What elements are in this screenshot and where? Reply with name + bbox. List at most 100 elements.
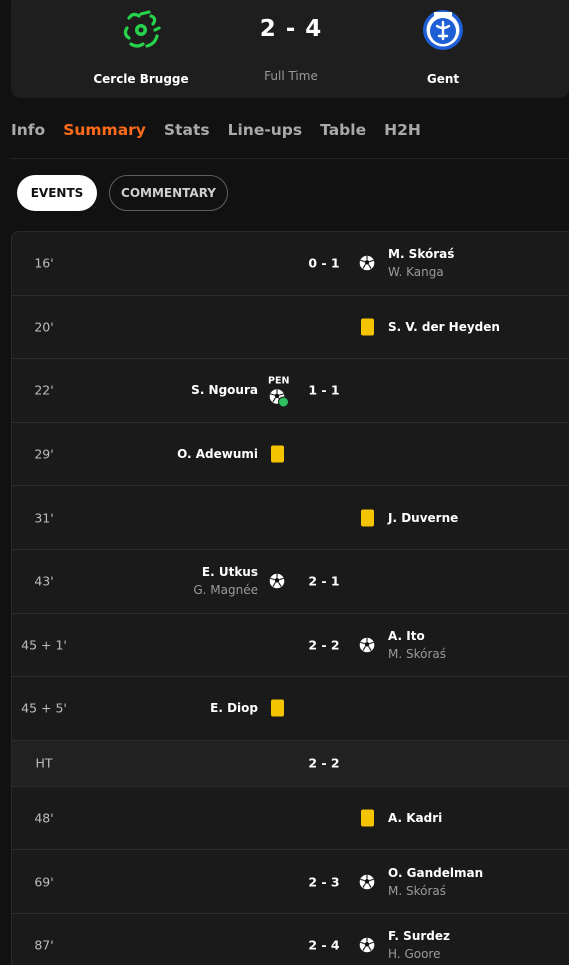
event-icon (268, 699, 286, 717)
event-minute: HT (35, 755, 53, 771)
football-icon (359, 255, 375, 271)
tab-h2h[interactable]: H2H (384, 121, 421, 145)
event-player-info: S. Ngoura (191, 381, 258, 399)
event-icon (358, 874, 376, 890)
assist-name[interactable]: W. Kanga (388, 263, 454, 281)
player-name[interactable]: O. Adewumi (177, 445, 258, 463)
event-score: 2 - 4 (308, 937, 340, 953)
event-minute: 69' (34, 874, 54, 890)
tab-summary[interactable]: Summary (63, 121, 146, 145)
match-score-block: 2 - 4 Full Time (211, 0, 371, 83)
player-name[interactable]: E. Utkus (193, 563, 258, 581)
event-score: 2 - 3 (308, 874, 340, 890)
tab-line-ups[interactable]: Line-ups (228, 121, 303, 145)
event-minute: 20' (34, 319, 54, 335)
yellow-card-icon (360, 509, 374, 527)
away-team-name: Gent (426, 72, 460, 86)
event-minute: 48' (34, 810, 54, 826)
player-name[interactable]: S. V. der Heyden (388, 318, 500, 336)
gent-logo-icon (423, 10, 463, 50)
match-header: Cercle Brugge 2 - 4 Full Time Gent (11, 0, 569, 98)
player-name[interactable]: F. Surdez (388, 927, 450, 945)
events-list: 16' 0 - 1 M. Skóraś W. Kanga 20' S. V. der He… (11, 231, 569, 965)
event-score: 2 - 2 (308, 755, 340, 771)
event-minute: 22' (34, 382, 54, 398)
cercle-brugge-logo-icon (123, 10, 161, 48)
event-player-info: O. Gandelman M. Skóraś (388, 864, 483, 900)
event-row: 20' S. V. der Heyden (12, 296, 569, 360)
commentary-button[interactable]: COMMENTARY (109, 175, 228, 211)
event-icon (268, 445, 286, 463)
event-score: 2 - 1 (308, 573, 340, 589)
player-name[interactable]: A. Ito (388, 627, 446, 645)
football-icon (359, 874, 375, 889)
event-icon (358, 637, 376, 653)
event-icon (358, 509, 376, 527)
event-player-info: S. V. der Heyden (388, 318, 500, 336)
tab-stats[interactable]: Stats (164, 121, 210, 145)
home-team[interactable]: Cercle Brugge (61, 0, 221, 86)
player-name[interactable]: E. Diop (210, 699, 258, 717)
player-name[interactable]: J. Duverne (388, 509, 458, 527)
event-player-info: F. Surdez H. Goore (388, 927, 450, 963)
event-player-info: J. Duverne (388, 509, 458, 527)
assist-name[interactable]: M. Skóraś (388, 882, 483, 900)
event-score: 1 - 1 (308, 382, 340, 398)
match-score: 2 - 4 (259, 16, 323, 42)
event-minute: 87' (34, 937, 54, 953)
event-minute: 31' (34, 510, 54, 526)
event-row: 48' A. Kadri (12, 787, 569, 851)
event-minute: 29' (34, 446, 54, 462)
event-player-info: A. Kadri (388, 809, 442, 827)
event-icon (358, 255, 376, 271)
event-icon (358, 318, 376, 336)
event-row: 31' J. Duverne (12, 486, 569, 550)
yellow-card-icon (360, 318, 374, 336)
half-time-row: HT 2 - 2 (12, 740, 569, 787)
event-icon (358, 937, 376, 953)
penalty-label: PEN (268, 375, 290, 387)
events-button[interactable]: EVENTS (17, 175, 97, 211)
check-icon (278, 396, 289, 408)
home-team-name: Cercle Brugge (93, 72, 189, 86)
assist-name[interactable]: G. Magnée (193, 581, 258, 599)
football-icon (269, 573, 285, 589)
player-name[interactable]: O. Gandelman (388, 864, 483, 882)
away-team[interactable]: Gent (363, 0, 523, 86)
tab-bar: Info Summary Stats Line-ups Table H2H (11, 121, 439, 145)
event-row: 45 + 5' E. Diop (12, 677, 569, 741)
event-minute: 43' (34, 573, 54, 589)
event-row: 22' 1 - 1 PEN S. Ngoura (12, 359, 569, 423)
tab-info[interactable]: Info (11, 121, 45, 145)
event-player-info: M. Skóraś W. Kanga (388, 245, 454, 281)
event-row: 43' 2 - 1 E. Utkus G. Magnée (12, 550, 569, 614)
event-player-info: O. Adewumi (177, 445, 258, 463)
assist-name[interactable]: H. Goore (388, 945, 450, 963)
football-icon (359, 937, 375, 953)
event-row: 45 + 1' 2 - 2 A. Ito M. Skóraś (12, 614, 569, 678)
tab-table[interactable]: Table (320, 121, 366, 145)
yellow-card-icon (270, 445, 284, 463)
event-minute: 16' (34, 255, 54, 271)
yellow-card-icon (360, 809, 374, 827)
player-name[interactable]: A. Kadri (388, 809, 442, 827)
event-player-info: E. Utkus G. Magnée (193, 563, 258, 599)
match-status: Full Time (264, 69, 318, 83)
event-row: 29' O. Adewumi (12, 423, 569, 487)
yellow-card-icon (270, 699, 284, 717)
penalty-goal-icon (268, 389, 289, 408)
assist-name[interactable]: M. Skóraś (388, 645, 446, 663)
event-minute: 45 + 5' (21, 700, 67, 716)
event-row: 69' 2 - 3 O. Gandelman M. Skóraś (12, 850, 569, 914)
event-row: 87' 2 - 4 F. Surdez H. Goore (12, 914, 569, 965)
event-row: 16' 0 - 1 M. Skóraś W. Kanga (12, 232, 569, 296)
event-icon: PEN (268, 375, 290, 408)
event-icon (358, 809, 376, 827)
event-player-info: A. Ito M. Skóraś (388, 627, 446, 663)
event-player-info: E. Diop (210, 699, 258, 717)
player-name[interactable]: S. Ngoura (191, 381, 258, 399)
player-name[interactable]: M. Skóraś (388, 245, 454, 263)
event-icon (268, 573, 286, 589)
tabs-divider (11, 158, 569, 159)
event-minute: 45 + 1' (21, 637, 67, 653)
